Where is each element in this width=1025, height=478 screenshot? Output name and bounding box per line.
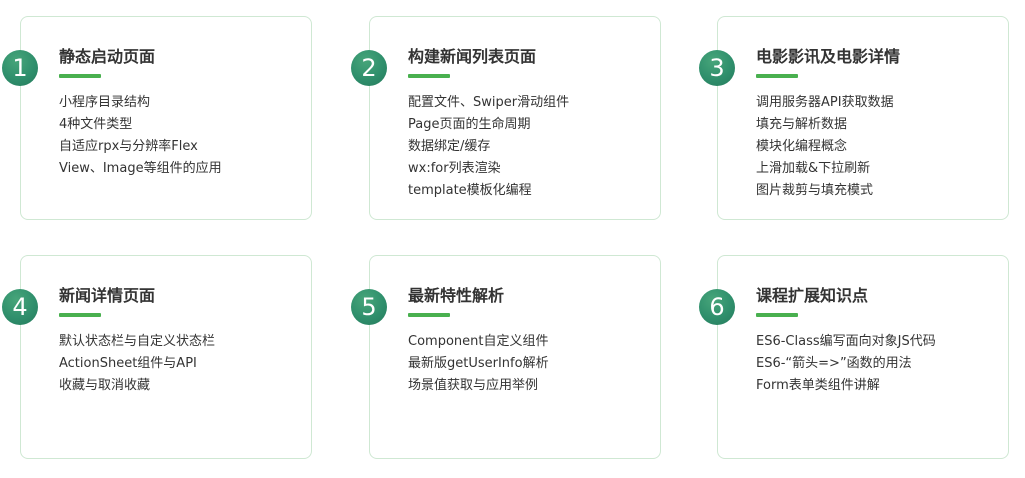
- step-number-badge: 3: [699, 50, 735, 86]
- topic-item: 场景值获取与应用举例: [408, 378, 539, 393]
- title-underline: [59, 74, 101, 78]
- topic-item: 默认状态栏与自定义状态栏: [59, 334, 216, 349]
- card-title: 课程扩展知识点: [756, 286, 869, 305]
- card-title: 最新特性解析: [408, 286, 505, 305]
- topic-item: ActionSheet组件与API: [59, 356, 197, 371]
- course-card-6: 课程扩展知识点 ES6-Class编写面向对象JS代码 ES6-“箭头=>”函数…: [717, 255, 1009, 459]
- topic-item: 图片裁剪与填充模式: [756, 183, 874, 198]
- topic-item: 收藏与取消收藏: [59, 378, 151, 393]
- step-number-badge: 4: [2, 289, 38, 325]
- topic-list: 默认状态栏与自定义状态栏 ActionSheet组件与API 收藏与取消收藏: [59, 331, 215, 397]
- topic-list: ES6-Class编写面向对象JS代码 ES6-“箭头=>”函数的用法 Form…: [756, 331, 936, 397]
- title-underline: [408, 74, 450, 78]
- title-underline: [756, 313, 798, 317]
- topic-item: 上滑加载&下拉刷新: [756, 161, 871, 176]
- topic-item: 模块化编程概念: [756, 139, 848, 154]
- course-card-2: 构建新闻列表页面 配置文件、Swiper滑动组件 Page页面的生命周期 数据绑…: [369, 16, 661, 220]
- topic-item: 小程序目录结构: [59, 95, 151, 110]
- course-card-1: 静态启动页面 小程序目录结构 4种文件类型 自适应rpx与分辨率Flex Vie…: [20, 16, 312, 220]
- topic-item: 自适应rpx与分辨率Flex: [59, 139, 198, 154]
- topic-item: 配置文件、Swiper滑动组件: [408, 95, 570, 110]
- topic-item: Component自定义组件: [408, 334, 549, 349]
- topic-list: Component自定义组件 最新版getUserInfo解析 场景值获取与应用…: [408, 331, 549, 397]
- topic-item: ES6-“箭头=>”函数的用法: [756, 356, 912, 371]
- step-number-badge: 1: [2, 50, 38, 86]
- topic-list: 调用服务器API获取数据 填充与解析数据 模块化编程概念 上滑加载&下拉刷新 图…: [756, 92, 894, 202]
- topic-item: 填充与解析数据: [756, 117, 848, 132]
- title-underline: [59, 313, 101, 317]
- step-number-badge: 2: [351, 50, 387, 86]
- topic-list: 小程序目录结构 4种文件类型 自适应rpx与分辨率Flex View、Image…: [59, 92, 222, 180]
- card-title: 构建新闻列表页面: [408, 47, 537, 66]
- course-card-4: 新闻详情页面 默认状态栏与自定义状态栏 ActionSheet组件与API 收藏…: [20, 255, 312, 459]
- topic-item: wx:for列表渲染: [408, 161, 501, 176]
- title-underline: [756, 74, 798, 78]
- topic-item: Page页面的生命周期: [408, 117, 531, 132]
- topic-item: View、Image等组件的应用: [59, 161, 222, 176]
- topic-item: 4种文件类型: [59, 117, 133, 132]
- title-underline: [408, 313, 450, 317]
- step-number-badge: 5: [351, 289, 387, 325]
- topic-item: 调用服务器API获取数据: [756, 95, 894, 110]
- course-card-3: 电影影讯及电影详情 调用服务器API获取数据 填充与解析数据 模块化编程概念 上…: [717, 16, 1009, 220]
- course-outline-grid: 静态启动页面 小程序目录结构 4种文件类型 自适应rpx与分辨率Flex Vie…: [0, 0, 1025, 478]
- topic-item: 数据绑定/缓存: [408, 139, 491, 154]
- topic-item: ES6-Class编写面向对象JS代码: [756, 334, 936, 349]
- card-title: 新闻详情页面: [59, 286, 156, 305]
- topic-list: 配置文件、Swiper滑动组件 Page页面的生命周期 数据绑定/缓存 wx:f…: [408, 92, 569, 202]
- topic-item: Form表单类组件讲解: [756, 378, 880, 393]
- card-title: 静态启动页面: [59, 47, 156, 66]
- step-number-badge: 6: [699, 289, 735, 325]
- card-title: 电影影讯及电影详情: [756, 47, 901, 66]
- course-card-5: 最新特性解析 Component自定义组件 最新版getUserInfo解析 场…: [369, 255, 661, 459]
- topic-item: 最新版getUserInfo解析: [408, 356, 549, 371]
- topic-item: template模板化编程: [408, 183, 532, 198]
